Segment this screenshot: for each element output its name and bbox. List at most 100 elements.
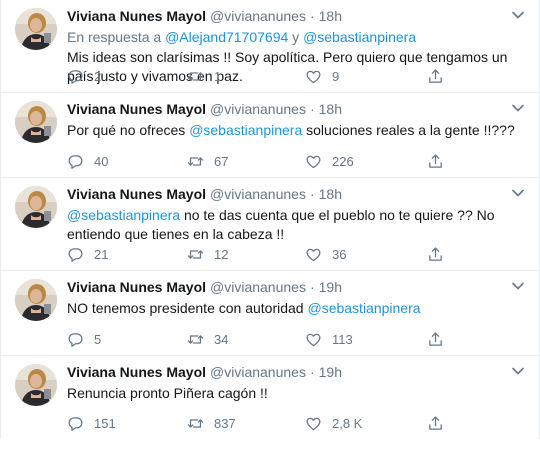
tweet-actions: 40 67 226: [67, 151, 525, 171]
heart-icon: [305, 153, 322, 170]
avatar[interactable]: [15, 101, 57, 143]
retweet-button[interactable]: 1: [187, 68, 305, 85]
like-button[interactable]: 113: [305, 331, 427, 348]
tweet-header: Viviana Nunes Mayol @viviananunes · 18h: [67, 8, 525, 26]
reply-join: y: [292, 29, 300, 45]
mention-link[interactable]: @sebastianpinera: [303, 29, 416, 45]
like-button[interactable]: 9: [305, 68, 427, 85]
mention-link[interactable]: @sebastianpinera: [67, 207, 180, 223]
chevron-down-icon[interactable]: [511, 10, 525, 20]
author-handle[interactable]: @viviananunes: [210, 364, 306, 380]
retweet-button[interactable]: 34: [187, 331, 305, 348]
like-button[interactable]: 226: [305, 153, 427, 170]
tweet-actions: 151 837 2,8 K: [67, 413, 525, 433]
share-icon: [427, 331, 444, 348]
reply-count: 40: [94, 153, 109, 169]
share-button[interactable]: [427, 331, 457, 348]
tweet-header: Viviana Nunes Mayol @viviananunes · 18h: [67, 101, 525, 119]
share-button[interactable]: [427, 415, 457, 432]
reply-icon: [67, 415, 84, 432]
like-button[interactable]: 2,8 K: [305, 415, 427, 432]
heart-icon: [305, 68, 322, 85]
mention-link[interactable]: @Alejand71707694: [165, 29, 288, 45]
tweet-text-content: Renuncia pronto Piñera cagón !!: [67, 385, 268, 401]
reply-button[interactable]: 2: [67, 68, 187, 85]
author-name[interactable]: Viviana Nunes Mayol: [67, 186, 206, 202]
retweet-icon: [187, 415, 204, 432]
chevron-down-icon[interactable]: [511, 281, 525, 291]
tweet-text: Renuncia pronto Piñera cagón !!: [67, 384, 525, 403]
retweet-icon: [187, 153, 204, 170]
like-button[interactable]: 36: [305, 246, 427, 263]
tweet-header: Viviana Nunes Mayol @viviananunes · 19h: [67, 279, 525, 297]
share-icon: [427, 153, 444, 170]
tweet-actions: 5 34 113: [67, 329, 525, 349]
tweet-timestamp[interactable]: 18h: [319, 101, 342, 117]
tweet-item[interactable]: Viviana Nunes Mayol @viviananunes · 18h …: [1, 178, 539, 271]
tweet-text: NO tenemos presidente con autoridad @seb…: [67, 299, 525, 318]
separator-dot: ·: [309, 101, 315, 117]
reply-button[interactable]: 40: [67, 153, 187, 170]
retweet-icon: [187, 246, 204, 263]
mention-link[interactable]: @sebastianpinera: [189, 122, 302, 138]
separator-dot: ·: [309, 364, 315, 380]
share-icon: [427, 415, 444, 432]
tweet-item[interactable]: Viviana Nunes Mayol @viviananunes · 18h …: [1, 93, 539, 178]
retweet-button[interactable]: 837: [187, 415, 305, 432]
reply-count: 2: [94, 68, 102, 84]
reply-icon: [67, 331, 84, 348]
separator-dot: ·: [309, 186, 315, 202]
tweet-timestamp[interactable]: 19h: [319, 364, 342, 380]
reply-button[interactable]: 21: [67, 246, 187, 263]
reply-button[interactable]: 151: [67, 415, 187, 432]
author-name[interactable]: Viviana Nunes Mayol: [67, 364, 206, 380]
reply-count: 21: [94, 246, 109, 262]
like-count: 226: [332, 153, 354, 169]
heart-icon: [305, 415, 322, 432]
author-handle[interactable]: @viviananunes: [210, 186, 306, 202]
share-button[interactable]: [427, 68, 457, 85]
reply-icon: [67, 246, 84, 263]
tweet-timestamp[interactable]: 18h: [319, 8, 342, 24]
author-name[interactable]: Viviana Nunes Mayol: [67, 279, 206, 295]
tweet-text: @sebastianpinera no te das cuenta que el…: [67, 206, 525, 244]
retweet-button[interactable]: 67: [187, 153, 305, 170]
share-button[interactable]: [427, 246, 457, 263]
author-handle[interactable]: @viviananunes: [210, 101, 306, 117]
like-count: 2,8 K: [332, 415, 363, 431]
tweet-item[interactable]: Viviana Nunes Mayol @viviananunes · 19h …: [1, 271, 539, 356]
reply-prefix: En respuesta a: [67, 29, 162, 45]
chevron-down-icon[interactable]: [511, 188, 525, 198]
retweet-count: 1: [214, 68, 222, 84]
tweet-timestamp[interactable]: 18h: [319, 186, 342, 202]
author-handle[interactable]: @viviananunes: [210, 279, 306, 295]
chevron-down-icon[interactable]: [511, 366, 525, 376]
tweet-item[interactable]: Viviana Nunes Mayol @viviananunes · 18h …: [1, 0, 539, 93]
share-button[interactable]: [427, 153, 457, 170]
chevron-down-icon[interactable]: [511, 103, 525, 113]
share-icon: [427, 246, 444, 263]
avatar[interactable]: [15, 279, 57, 321]
avatar[interactable]: [15, 8, 57, 50]
tweet-item[interactable]: Viviana Nunes Mayol @viviananunes · 19h …: [1, 356, 539, 439]
tweet-text-content: soluciones reales a la gente !!???: [306, 122, 515, 138]
author-name[interactable]: Viviana Nunes Mayol: [67, 8, 206, 24]
author-handle[interactable]: @viviananunes: [210, 8, 306, 24]
retweet-button[interactable]: 12: [187, 246, 305, 263]
tweet-actions: 2 1 9: [67, 66, 525, 86]
tweet-actions: 21 12 36: [67, 244, 525, 264]
mention-link[interactable]: @sebastianpinera: [307, 300, 420, 316]
avatar[interactable]: [15, 186, 57, 228]
reply-count: 151: [94, 415, 116, 431]
reply-button[interactable]: 5: [67, 331, 187, 348]
tweet-timeline: Viviana Nunes Mayol @viviananunes · 18h …: [0, 0, 540, 439]
retweet-count: 34: [214, 331, 229, 347]
retweet-count: 837: [214, 415, 236, 431]
like-count: 9: [332, 68, 340, 84]
tweet-timestamp[interactable]: 19h: [319, 279, 342, 295]
avatar[interactable]: [15, 364, 57, 406]
retweet-icon: [187, 331, 204, 348]
author-name[interactable]: Viviana Nunes Mayol: [67, 101, 206, 117]
separator-dot: ·: [309, 8, 315, 24]
tweet-text-content: NO tenemos presidente con autoridad: [67, 300, 304, 316]
